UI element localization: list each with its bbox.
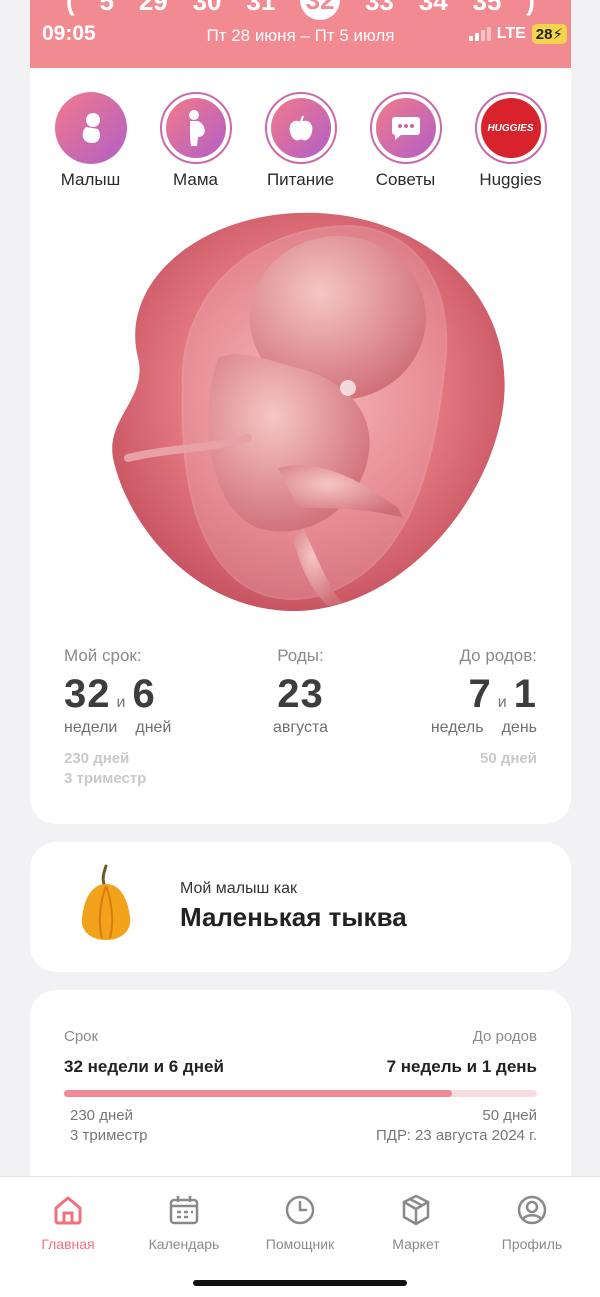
category-nutrition[interactable]: Питание <box>251 92 351 190</box>
fetus-illustration <box>112 212 505 612</box>
fruit-prefix: Мой малыш как <box>180 880 298 897</box>
week-day[interactable]: 35 <box>473 0 502 20</box>
category-baby[interactable]: Малыш <box>41 92 141 190</box>
progress-card: Срок До родов 32 недели и 6 дней 7 недел… <box>30 990 571 1176</box>
profile-icon <box>517 1195 547 1225</box>
fruit-size-card[interactable]: Мой малыш как Маленькая тыква <box>30 842 571 972</box>
my-term: Мой срок: 32 и 6 недели дней 230 дней 3 трим… <box>64 646 172 787</box>
category-label: Huggies <box>479 170 542 189</box>
huggies-logo: HUGGIES <box>480 98 541 158</box>
network-type: LTE <box>496 25 526 42</box>
week-day[interactable]: 5 <box>100 0 114 20</box>
signal-icon <box>468 27 491 41</box>
week-day[interactable]: 31 <box>246 0 275 20</box>
fruit-name: Маленькая тыква <box>180 902 407 932</box>
tab-bar: Главная Календарь Помощник Маркет Профил… <box>0 1176 600 1297</box>
birth-date: Роды: 23 августа <box>272 646 329 736</box>
box-icon <box>402 1194 430 1226</box>
category-huggies[interactable]: HUGGIES Huggies <box>461 92 561 190</box>
status-indicators: LTE 28⚡ <box>468 24 567 44</box>
category-label: Мама <box>173 170 218 189</box>
tab-market[interactable]: Маркет <box>366 1193 466 1252</box>
battery-indicator: 28⚡ <box>531 24 567 44</box>
category-row: Малыш Мама Питание Советы HUGGIES Huggie… <box>30 92 571 190</box>
progress-trimester: 3 триместр <box>70 1127 148 1144</box>
calendar-icon <box>169 1196 199 1225</box>
week-strip: ( 5 29 30 31 32 33 34 35 ) <box>30 0 571 20</box>
home-icon <box>54 1196 82 1225</box>
week-day[interactable]: 34 <box>419 0 448 20</box>
progress-right-days: 50 дней <box>482 1107 537 1124</box>
baby-icon <box>54 92 127 164</box>
until-birth: До родов: 7и1 недель день 50 дней <box>430 646 537 767</box>
apple-icon <box>270 98 331 158</box>
category-label: Советы <box>375 170 436 189</box>
week-strip-next[interactable]: ) <box>526 0 535 20</box>
header: ( 5 29 30 31 32 33 34 35 ) 09:05 Пт 28 и… <box>30 0 571 68</box>
progress-right-value: 7 недель и 1 день <box>386 1057 537 1076</box>
pumpkin-icon <box>81 864 131 940</box>
tab-calendar[interactable]: Календарь <box>134 1193 234 1252</box>
home-indicator <box>193 1280 407 1286</box>
category-label: Малыш <box>60 170 121 189</box>
week-day[interactable]: 33 <box>365 0 394 20</box>
progress-right-label: До родов <box>472 1028 537 1045</box>
fruit-text: Мой малыш как Маленькая тыква <box>180 880 407 933</box>
tab-assistant[interactable]: Помощник <box>250 1193 350 1252</box>
pregnancy-overview-card: Малыш Мама Питание Советы HUGGIES Huggie… <box>30 68 571 824</box>
pregnancy-progress-bar <box>64 1090 537 1097</box>
category-mom[interactable]: Мама <box>146 92 246 190</box>
tab-profile[interactable]: Профиль <box>482 1193 582 1252</box>
tab-home[interactable]: Главная <box>18 1193 118 1252</box>
progress-left-label: Срок <box>64 1028 99 1045</box>
week-day-selected[interactable]: 32 <box>300 0 341 20</box>
progress-fill <box>64 1090 452 1097</box>
clock-icon <box>285 1195 315 1225</box>
chat-bubble-icon <box>375 98 436 158</box>
week-day[interactable]: 29 <box>139 0 168 20</box>
pregnant-icon <box>165 98 226 158</box>
due-date: ПДР: 23 августа 2024 г. <box>376 1127 537 1144</box>
category-label: Питание <box>266 170 335 189</box>
progress-left-days: 230 дней <box>70 1107 133 1124</box>
category-tips[interactable]: Советы <box>356 92 456 190</box>
term-summary: Мой срок: 32 и 6 недели дней 230 дней 3 трим… <box>30 646 571 789</box>
week-strip-prev[interactable]: ( <box>66 0 75 20</box>
week-day[interactable]: 30 <box>193 0 222 20</box>
progress-left-value: 32 недели и 6 дней <box>64 1057 224 1076</box>
